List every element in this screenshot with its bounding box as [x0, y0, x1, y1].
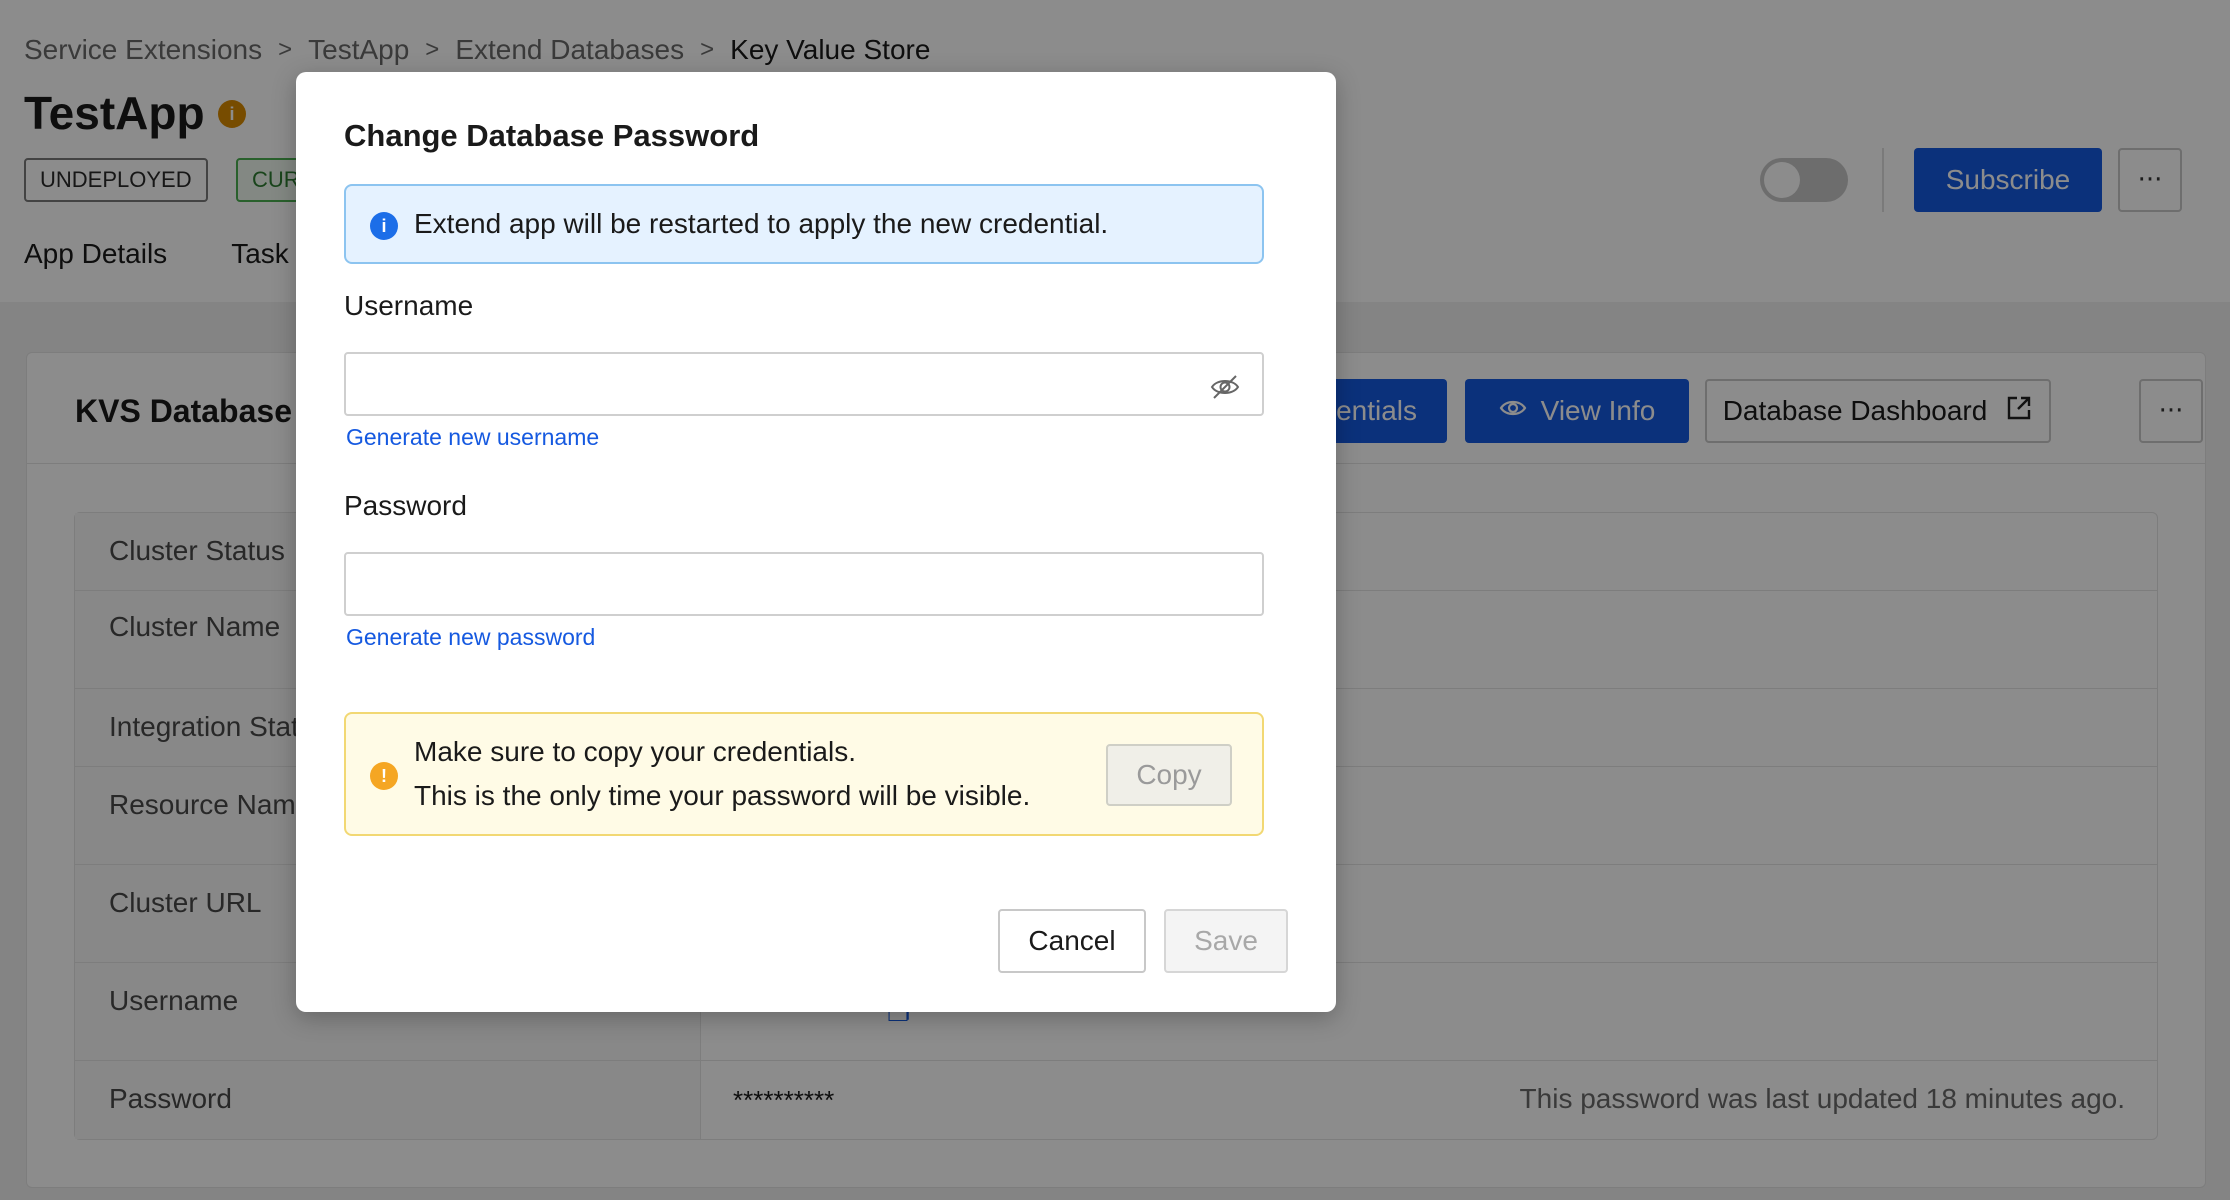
dialog-title: Change Database Password — [344, 118, 760, 153]
info-alert: i Extend app will be restarted to apply … — [344, 184, 1264, 264]
info-alert-text: Extend app will be restarted to apply th… — [414, 208, 1109, 239]
save-button[interactable]: Save — [1164, 909, 1288, 973]
password-input[interactable] — [344, 552, 1264, 616]
generate-username-link[interactable]: Generate new username — [346, 424, 599, 451]
password-label: Password — [344, 490, 467, 521]
warning-icon: ! — [370, 762, 398, 790]
cancel-button[interactable]: Cancel — [998, 909, 1146, 973]
change-password-dialog: Change Database Password i Extend app wi… — [296, 72, 1336, 1012]
username-input[interactable] — [344, 352, 1264, 416]
warning-alert: ! Make sure to copy your credentials. Th… — [344, 712, 1264, 836]
username-label: Username — [344, 290, 474, 321]
eye-off-icon[interactable] — [1208, 370, 1242, 404]
generate-password-link[interactable]: Generate new password — [346, 624, 595, 651]
copy-button[interactable]: Copy — [1106, 744, 1232, 806]
warning-text-line1: Make sure to copy your credentials. — [414, 736, 856, 767]
info-icon: i — [370, 212, 398, 240]
warning-text-line2: This is the only time your password will… — [414, 780, 1031, 811]
